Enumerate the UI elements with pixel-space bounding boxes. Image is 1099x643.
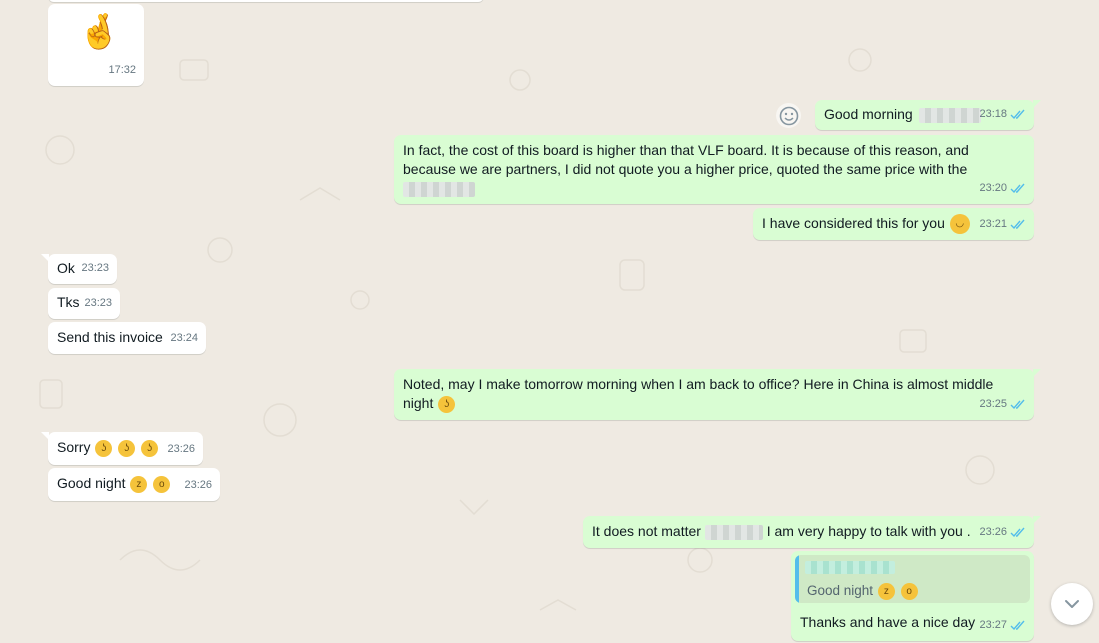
message-bubble-outgoing[interactable]: It does not matter I am very happy to ta… bbox=[583, 516, 1041, 548]
message-text: Noted, may I make tomorrow morning when … bbox=[403, 376, 994, 411]
redacted-text bbox=[403, 181, 475, 197]
message-text: Sorry bbox=[57, 439, 91, 455]
message-text: Tks bbox=[57, 294, 80, 310]
message-text: Good night bbox=[57, 475, 126, 491]
double-check-icon bbox=[1010, 183, 1025, 194]
yawning-emoji: o bbox=[900, 582, 918, 600]
react-button[interactable] bbox=[776, 103, 801, 128]
message-timestamp: 23:23 bbox=[84, 297, 112, 309]
message-text: Good morning bbox=[824, 106, 913, 122]
quoted-message[interactable]: Good night z o bbox=[795, 555, 1030, 603]
message-timestamp: 23:26 bbox=[184, 479, 212, 491]
message-bubble-outgoing[interactable]: Noted, may I make tomorrow morning when … bbox=[394, 369, 1041, 420]
message-timestamp: 23:27 bbox=[979, 616, 1026, 635]
double-check-icon bbox=[1010, 109, 1025, 120]
rofl-emoji: ʖ bbox=[141, 439, 159, 457]
message-bubble-incoming[interactable]: 🤞 17:32 bbox=[48, 4, 144, 86]
chevron-down-icon bbox=[1065, 600, 1079, 608]
message-bubble-outgoing[interactable]: I have considered this for you ◡ 23:21 bbox=[753, 208, 1034, 240]
quoted-text: Good night bbox=[807, 583, 874, 598]
message-bubble-incoming[interactable]: Tks 23:23 bbox=[48, 288, 120, 319]
message-bubble-incoming[interactable]: Ok 23:23 bbox=[41, 254, 117, 284]
message-text: I am very happy to talk with you . bbox=[766, 523, 971, 539]
fingers-crossed-emoji: 🤞 bbox=[78, 13, 121, 51]
message-text: Thanks and have a nice day bbox=[800, 614, 976, 630]
message-text: I have considered this for you bbox=[762, 215, 945, 231]
message-timestamp: 23:21 bbox=[979, 215, 1026, 234]
message-timestamp: 23:26 bbox=[167, 443, 195, 455]
message-text: Ok bbox=[57, 260, 75, 276]
message-bubble-incoming[interactable]: Send this invoice 23:24 bbox=[48, 322, 206, 354]
scroll-to-bottom-button[interactable] bbox=[1051, 583, 1093, 625]
yawning-emoji: o bbox=[153, 475, 171, 493]
double-check-icon bbox=[1010, 527, 1025, 538]
smiley-icon bbox=[779, 106, 798, 125]
message-text: It does not matter bbox=[592, 523, 701, 539]
sleeping-emoji: z bbox=[130, 475, 148, 493]
message-timestamp: 23:26 bbox=[979, 523, 1026, 542]
message-bubble-outgoing[interactable]: Good night z o Thanks and have a nice da… bbox=[791, 551, 1034, 641]
message-text: In fact, the cost of this board is highe… bbox=[403, 142, 969, 177]
message-timestamp: 23:23 bbox=[81, 262, 109, 274]
message-text: Send this invoice bbox=[57, 329, 163, 345]
message-timestamp: 17:32 bbox=[108, 64, 136, 76]
message-timestamp: 23:20 bbox=[979, 179, 1026, 198]
message-timestamp: 23:25 bbox=[979, 395, 1026, 414]
quote-accent-bar bbox=[795, 555, 799, 603]
rofl-emoji: ʖ bbox=[95, 439, 113, 457]
message-bubble-incoming[interactable]: Sorry ʖ ʖ ʖ 23:26 bbox=[41, 432, 203, 465]
double-check-icon bbox=[1010, 399, 1025, 410]
message-bubble-outgoing[interactable]: Good morning 23:18 bbox=[815, 100, 1041, 130]
message-bubble-incoming[interactable]: Good night z o 23:26 bbox=[48, 468, 220, 501]
redacted-text bbox=[918, 107, 981, 123]
double-check-icon bbox=[1010, 620, 1025, 631]
rofl-emoji: ʖ bbox=[118, 439, 136, 457]
double-check-icon bbox=[1010, 219, 1025, 230]
rofl-emoji: ʖ bbox=[438, 395, 456, 413]
previous-message-fragment bbox=[48, 0, 484, 2]
redacted-sender-name bbox=[805, 561, 895, 574]
message-timestamp: 23:24 bbox=[170, 332, 198, 344]
sleeping-emoji: z bbox=[877, 582, 895, 600]
message-timestamp: 23:18 bbox=[979, 105, 1026, 124]
grinning-emoji: ◡ bbox=[949, 214, 970, 235]
message-bubble-outgoing[interactable]: In fact, the cost of this board is highe… bbox=[394, 135, 1034, 204]
redacted-text bbox=[704, 524, 763, 540]
